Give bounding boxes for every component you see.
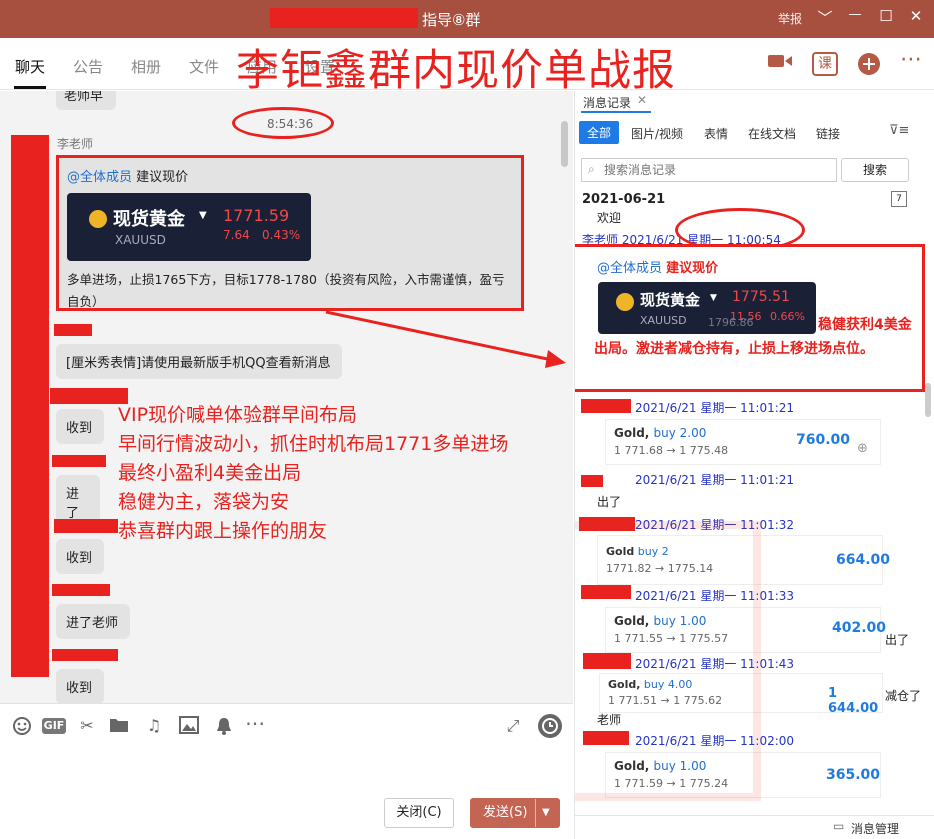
message-input[interactable]: 关闭(C) 发送(S) ▼ — [0, 747, 573, 839]
trade-profit: 402.00 — [832, 620, 887, 636]
expand-icon[interactable]: ⤢ — [503, 716, 523, 736]
history-message: 减仓了 — [885, 689, 922, 703]
trade-profit: 664.00 — [836, 552, 891, 568]
close-icon[interactable]: ✕ — [637, 93, 647, 107]
watermark-frame — [575, 521, 761, 801]
bell-icon[interactable] — [214, 716, 234, 736]
message-manager-link[interactable]: 消息管理 — [851, 820, 899, 837]
post-note: 稳健获利4美金出局。激进者减仓持有，止损上移进场点位。 — [594, 317, 912, 357]
filter-icon[interactable]: ⊽≡ — [889, 123, 909, 138]
send-label: 发送(S) — [483, 805, 528, 820]
search-button[interactable]: 搜索 — [841, 158, 909, 182]
message-history-panel: 消息记录 ✕ 全部 图片/视频 表情 在线文档 链接 ⊽≡ ⌕ 搜索 2021-… — [574, 91, 934, 839]
trade-profit: 1 644.00 — [828, 686, 879, 716]
history-date: 2021-06-21 — [582, 192, 666, 207]
history-message: 出了 — [597, 495, 622, 509]
close-button[interactable]: 关闭(C) — [384, 798, 454, 828]
history-message: 欢迎 — [597, 211, 622, 225]
panel-footer: 消息管理 ▭ — [575, 815, 934, 839]
trade-profit: 365.00 — [826, 767, 881, 783]
trade-path: 1 771.68 → 1 775.48 — [614, 444, 729, 457]
scissors-icon[interactable]: ✂ — [77, 716, 97, 736]
history-timestamp: 2021/6/21 星期一 11:01:21 — [635, 473, 795, 487]
input-toolbar: GIF ✂ ♫ ⋯ ⤢ — [0, 703, 573, 747]
trade-profit: 760.00 — [796, 432, 851, 448]
at-all-mention[interactable]: @全体成员 — [597, 261, 662, 276]
redacted-name — [581, 399, 631, 413]
panel-tab-indicator — [581, 111, 651, 113]
search-icon: ⌕ — [588, 162, 595, 176]
chevron-down-icon[interactable]: ▼ — [535, 799, 550, 827]
panel-title: 消息记录 — [583, 96, 632, 110]
filter-links[interactable]: 链接 — [816, 125, 840, 142]
music-icon[interactable]: ♫ — [144, 716, 164, 736]
filter-docs[interactable]: 在线文档 — [748, 125, 796, 142]
trade-card[interactable]: Gold, buy 2.00 1 771.68 → 1 775.48 760.0… — [605, 419, 881, 465]
redacted-name — [581, 475, 603, 487]
zoom-icon[interactable]: ⊕ — [857, 441, 868, 456]
chat-icon: ▭ — [833, 819, 845, 833]
gold-coin-icon — [616, 293, 634, 311]
send-button[interactable]: 发送(S) ▼ — [470, 798, 560, 828]
highlight-post[interactable]: @全体成员 建议现价 现货黄金 ▼ XAUUSD 1796.86 1775.51… — [575, 244, 925, 392]
card-price: 1775.51 — [732, 289, 790, 305]
emoji-icon[interactable] — [12, 716, 32, 736]
trade-asset: Gold, — [614, 426, 650, 440]
filter-all[interactable]: 全部 — [579, 121, 620, 144]
card-name: 现货黄金 — [640, 291, 701, 309]
history-timestamp: 2021/6/21 星期一 11:01:21 — [635, 401, 795, 415]
gif-icon[interactable]: GIF — [42, 718, 66, 734]
search-box[interactable]: ⌕ — [581, 158, 837, 182]
history-scrollbar[interactable] — [925, 383, 931, 417]
folder-icon[interactable] — [109, 716, 129, 736]
image-icon[interactable] — [179, 716, 199, 736]
filter-media[interactable]: 图片/视频 — [631, 125, 683, 142]
history-clock-icon[interactable] — [538, 714, 562, 738]
card-dropdown-icon: ▼ — [710, 293, 717, 303]
filter-stickers[interactable]: 表情 — [704, 125, 728, 142]
calendar-icon[interactable]: 7 — [891, 191, 907, 207]
trade-side: buy 2.00 — [653, 426, 707, 440]
more-icon[interactable]: ⋯ — [245, 713, 265, 736]
post-headline: 建议现价 — [666, 261, 719, 276]
history-message: 出了 — [885, 633, 910, 647]
search-input[interactable] — [604, 161, 834, 179]
